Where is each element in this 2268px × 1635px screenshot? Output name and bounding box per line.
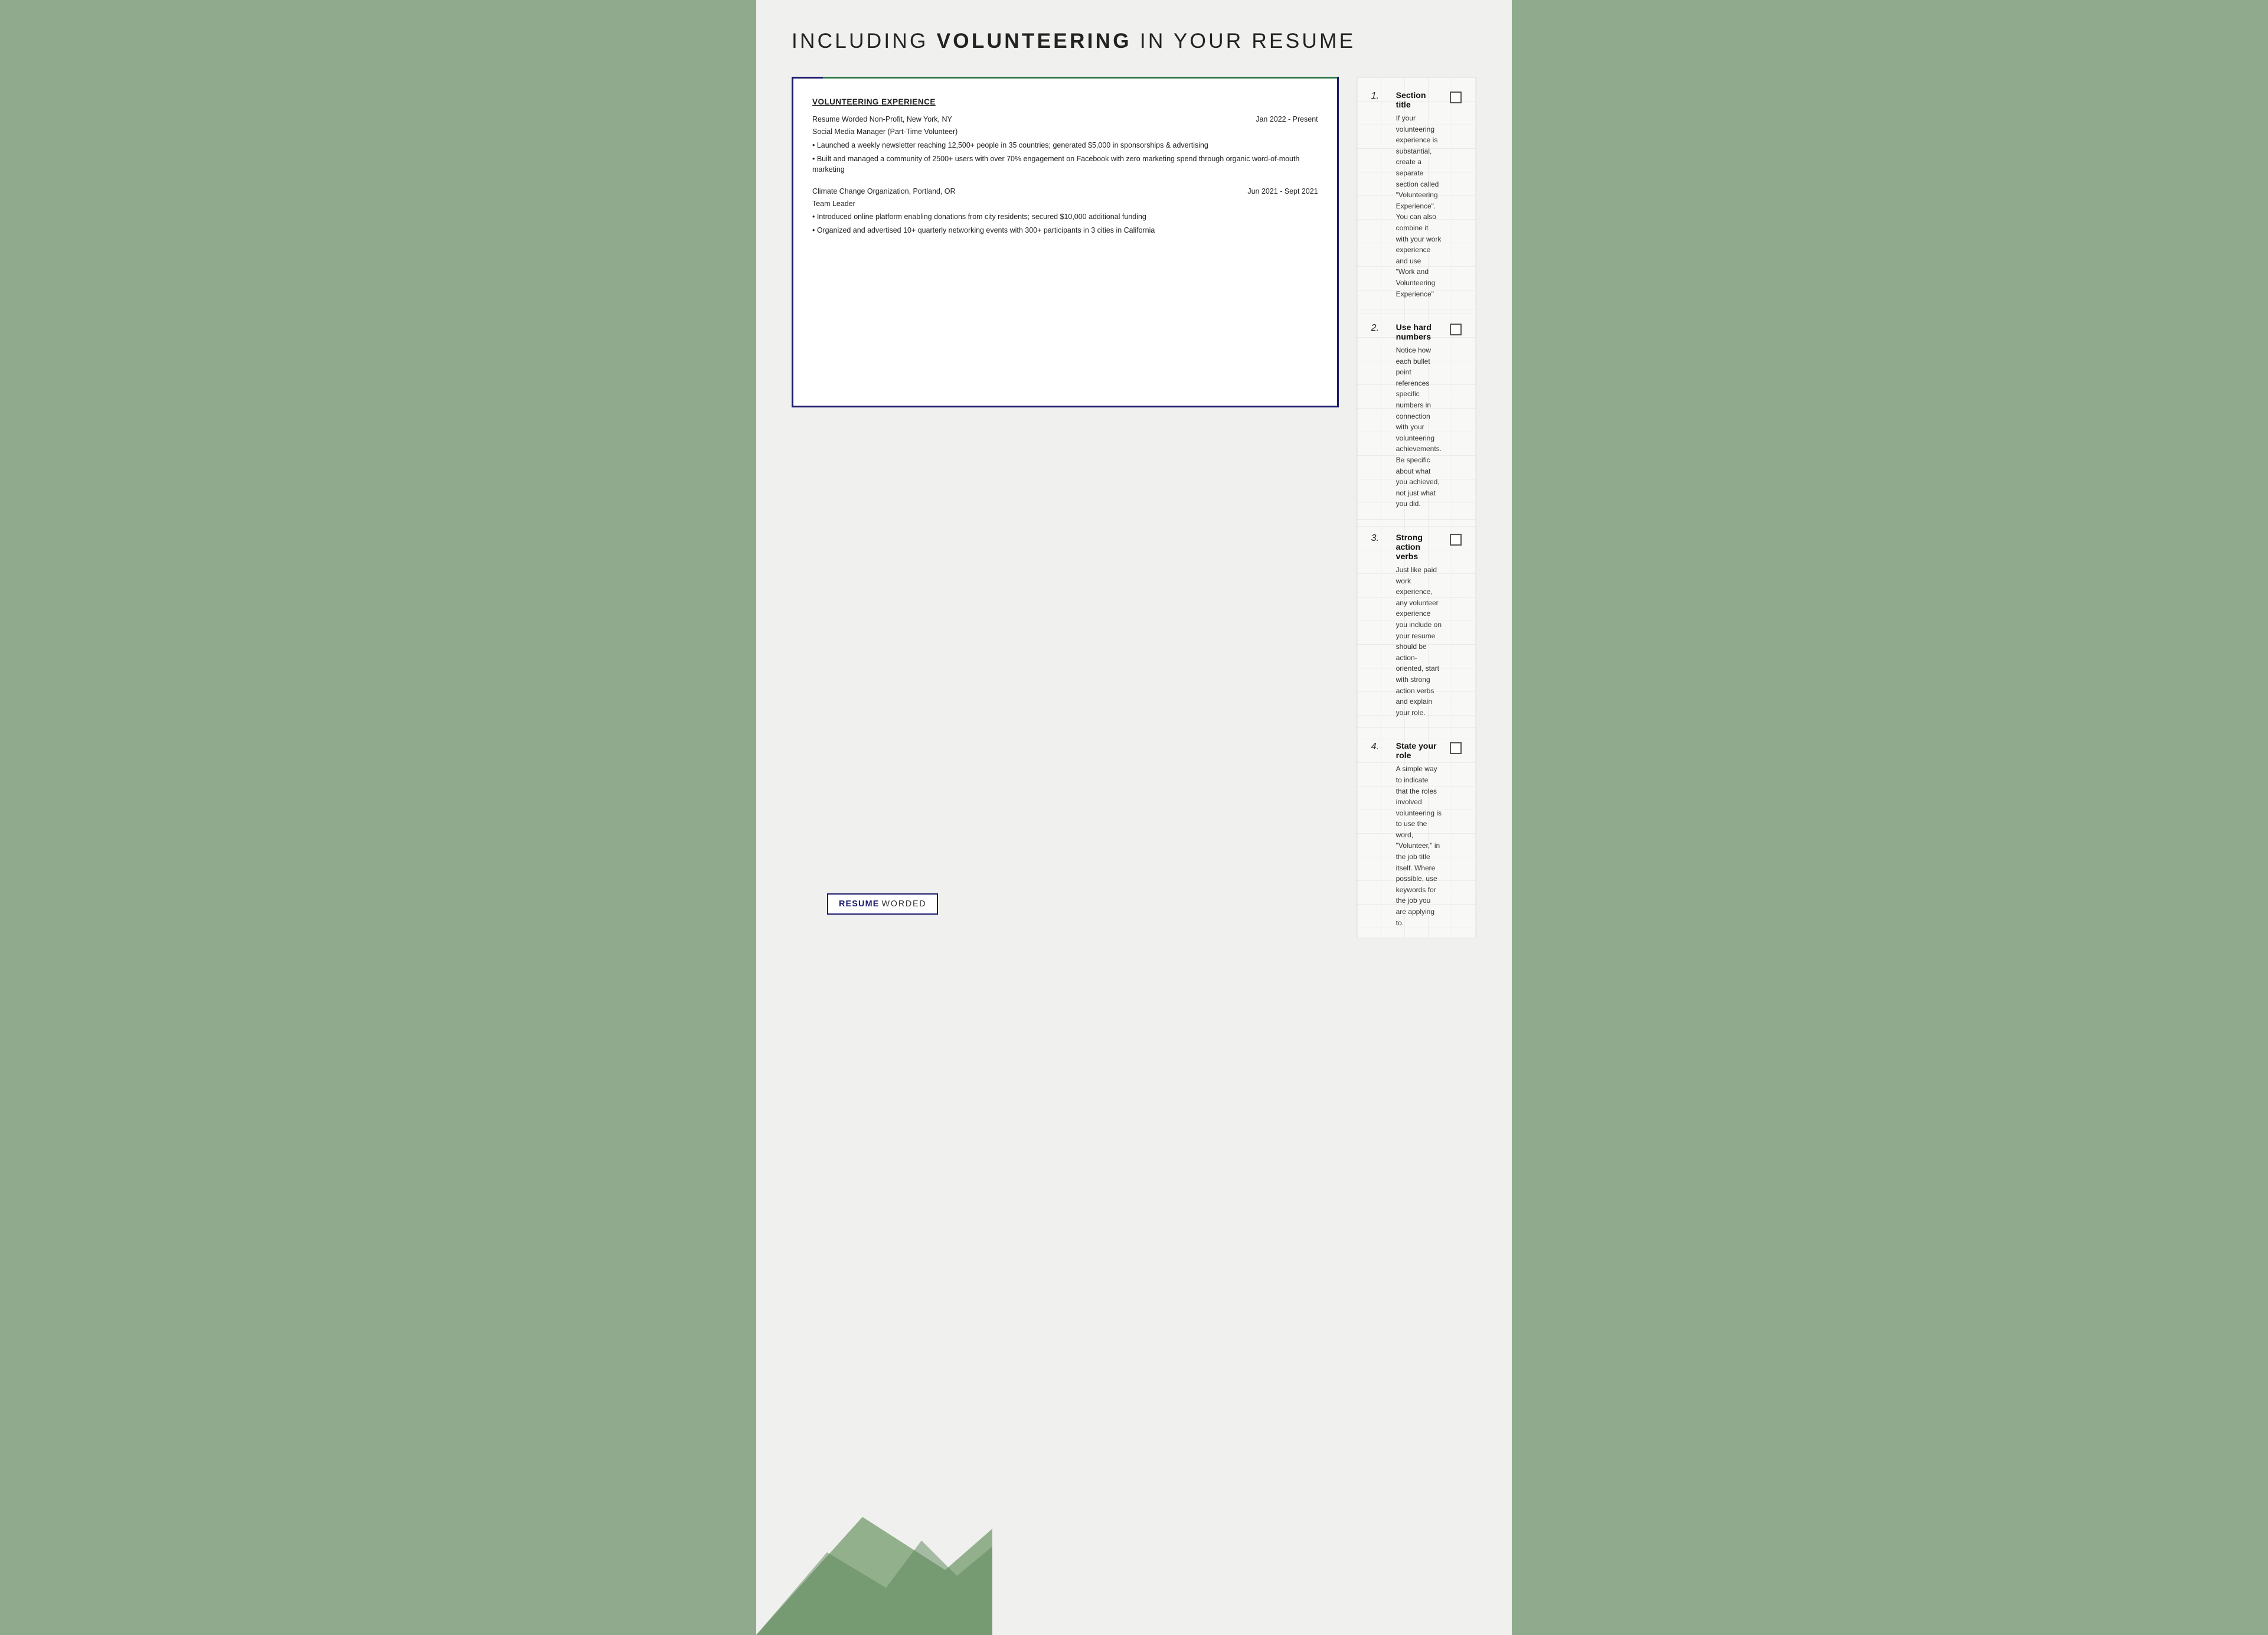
tip-item-4: 4. State your role A simple way to indic… bbox=[1357, 728, 1476, 938]
logo-resume: RESUME bbox=[839, 899, 879, 909]
tip-item-1: 1. Section title If your volunteering ex… bbox=[1357, 77, 1476, 309]
tip-item-2: 2. Use hard numbers Notice how each bull… bbox=[1357, 309, 1476, 520]
resume-job-1-header: Resume Worded Non-Profit, New York, NY J… bbox=[812, 114, 1318, 125]
green-bracket bbox=[823, 77, 1337, 79]
resume-job-1: Resume Worded Non-Profit, New York, NY J… bbox=[812, 114, 1318, 175]
resume-job-1-bullet-2: • Built and managed a community of 2500+… bbox=[812, 154, 1318, 175]
tips-panel: 1. Section title If your volunteering ex… bbox=[1357, 77, 1476, 938]
tip-4-desc: A simple way to indicate that the roles … bbox=[1396, 763, 1442, 928]
title-suffix: IN YOUR RESUME bbox=[1132, 30, 1355, 53]
tip-4-number: 4. bbox=[1371, 741, 1388, 752]
resume-job-2-header: Climate Change Organization, Portland, O… bbox=[812, 186, 1318, 197]
main-content: VOLUNTEERING EXPERIENCE Resume Worded No… bbox=[792, 77, 1476, 938]
tip-2-body: Use hard numbers Notice how each bullet … bbox=[1396, 322, 1442, 510]
resume-section-title: VOLUNTEERING EXPERIENCE bbox=[812, 96, 1318, 108]
tip-1-title: Section title bbox=[1396, 90, 1442, 109]
resume-job-2-date: Jun 2021 - Sept 2021 bbox=[1247, 186, 1318, 197]
tip-3-desc: Just like paid work experience, any volu… bbox=[1396, 564, 1442, 718]
resume-job-2-role: Team Leader bbox=[812, 198, 1318, 210]
tip-1-checkbox[interactable] bbox=[1450, 92, 1462, 103]
tip-4-body: State your role A simple way to indicate… bbox=[1396, 741, 1442, 928]
logo-worded: WORDED bbox=[881, 899, 926, 909]
resume-job-2-bullet-2: • Organized and advertised 10+ quarterly… bbox=[812, 225, 1318, 236]
tip-1-number: 1. bbox=[1371, 90, 1388, 102]
logo-box: RESUME WORDED bbox=[827, 893, 938, 915]
resume-job-2: Climate Change Organization, Portland, O… bbox=[812, 186, 1318, 236]
page-title: INCLUDING VOLUNTEERING IN YOUR RESUME bbox=[792, 30, 1476, 53]
tip-1-desc: If your volunteering experience is subst… bbox=[1396, 113, 1442, 299]
tip-2-desc: Notice how each bullet point references … bbox=[1396, 345, 1442, 510]
tip-item-3: 3. Strong action verbs Just like paid wo… bbox=[1357, 520, 1476, 728]
resume-job-1-date: Jan 2022 - Present bbox=[1256, 114, 1318, 125]
resume-job-2-org: Climate Change Organization, Portland, O… bbox=[812, 186, 956, 197]
tip-3-body: Strong action verbs Just like paid work … bbox=[1396, 533, 1442, 718]
tip-3-checkbox[interactable] bbox=[1450, 534, 1462, 546]
resume-card: VOLUNTEERING EXPERIENCE Resume Worded No… bbox=[792, 77, 1339, 407]
resume-job-1-org: Resume Worded Non-Profit, New York, NY bbox=[812, 114, 952, 125]
tip-3-number: 3. bbox=[1371, 533, 1388, 544]
tip-2-title: Use hard numbers bbox=[1396, 322, 1442, 341]
resume-job-1-bullet-1: • Launched a weekly newsletter reaching … bbox=[812, 140, 1318, 151]
resume-job-1-role: Social Media Manager (Part-Time Voluntee… bbox=[812, 126, 1318, 138]
title-bold: VOLUNTEERING bbox=[937, 30, 1132, 53]
resume-job-2-bullet-1: • Introduced online platform enabling do… bbox=[812, 211, 1318, 223]
title-prefix: INCLUDING bbox=[792, 30, 937, 53]
mountain-decoration bbox=[756, 1481, 992, 1635]
tip-2-checkbox[interactable] bbox=[1450, 324, 1462, 335]
tip-2-number: 2. bbox=[1371, 322, 1388, 334]
tip-4-title: State your role bbox=[1396, 741, 1442, 760]
resume-card-wrapper: VOLUNTEERING EXPERIENCE Resume Worded No… bbox=[792, 77, 1339, 407]
tip-1-body: Section title If your volunteering exper… bbox=[1396, 90, 1442, 299]
tip-3-title: Strong action verbs bbox=[1396, 533, 1442, 561]
tip-4-checkbox[interactable] bbox=[1450, 742, 1462, 754]
bottom-logo-area: RESUME WORDED bbox=[827, 893, 938, 915]
